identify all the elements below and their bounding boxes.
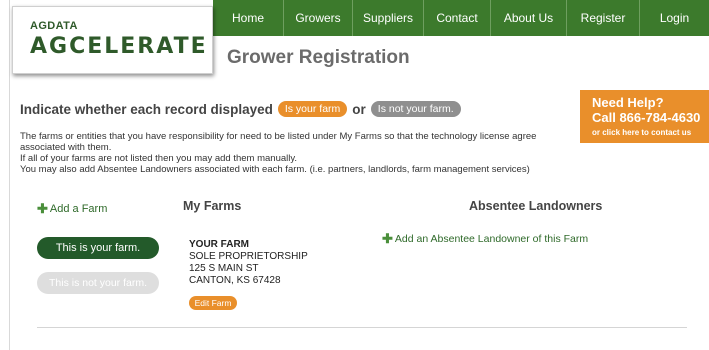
this-is-not-your-farm-button[interactable]: This is not your farm. [37,272,159,294]
help-title: Need Help? [592,95,664,110]
indicate-heading: Indicate whether each record displayed I… [20,101,466,117]
nav-register[interactable]: Register [566,0,639,36]
my-farms-header: My Farms [183,199,242,213]
plus-icon: ✚ [382,231,393,246]
nav-home[interactable]: Home [213,0,283,36]
help-contact-link[interactable]: or click here to contact us [592,128,709,137]
farm-type: SOLE PROPRIETORSHIP [189,251,308,262]
indicate-prefix: Indicate whether each record displayed [20,101,273,117]
instructions-line-4: You may also add Absentee Landowners ass… [20,164,530,175]
instructions-line-3: If all of your farms are not listed then… [20,153,298,164]
logo-agcelerate-text: AGCELERATE [30,34,208,59]
farm-record: YOUR FARM SOLE PROPRIETORSHIP 125 S MAIN… [189,239,308,287]
this-is-your-farm-button[interactable]: This is your farm. [37,237,159,259]
instructions-line-1: The farms or entities that you have resp… [20,131,537,142]
section-divider [37,327,687,328]
farm-name: YOUR FARM [189,239,249,250]
nav-about-us[interactable]: About Us [490,0,566,36]
farm-address: 125 S MAIN ST [189,263,259,274]
is-not-your-farm-badge: Is not your farm. [370,101,461,117]
help-phone: Call 866-784-4630 [592,110,701,125]
farm-city: CANTON, KS 67428 [189,275,281,286]
absentee-landowners-header: Absentee Landowners [469,199,603,213]
add-farm-link[interactable]: ✚ Add a Farm [37,201,107,217]
page-left-border [9,0,10,350]
add-farm-label: Add a Farm [49,203,108,215]
edit-farm-button[interactable]: Edit Farm [189,296,237,310]
nav-login[interactable]: Login [639,0,709,36]
add-absentee-label: Add an Absentee Landowner of this Farm [394,233,589,245]
agdata-logo[interactable]: AGDATA AGCELERATE [12,6,213,74]
logo-agdata-text: AGDATA [30,20,78,32]
need-help-box[interactable]: Need Help? Call 866-784-4630 or click he… [580,90,709,143]
top-nav: Home Growers Suppliers Contact About Us … [213,0,709,36]
page-title: Grower Registration [227,47,410,68]
plus-icon: ✚ [37,201,48,216]
nav-growers[interactable]: Growers [283,0,352,36]
nav-suppliers[interactable]: Suppliers [352,0,423,36]
instructions-line-2: associated with them. [20,142,112,153]
nav-contact[interactable]: Contact [423,0,490,36]
add-absentee-landowner-link[interactable]: ✚ Add an Absentee Landowner of this Farm [382,231,588,247]
indicate-or: or [352,101,366,117]
is-your-farm-badge: Is your farm [277,101,348,117]
